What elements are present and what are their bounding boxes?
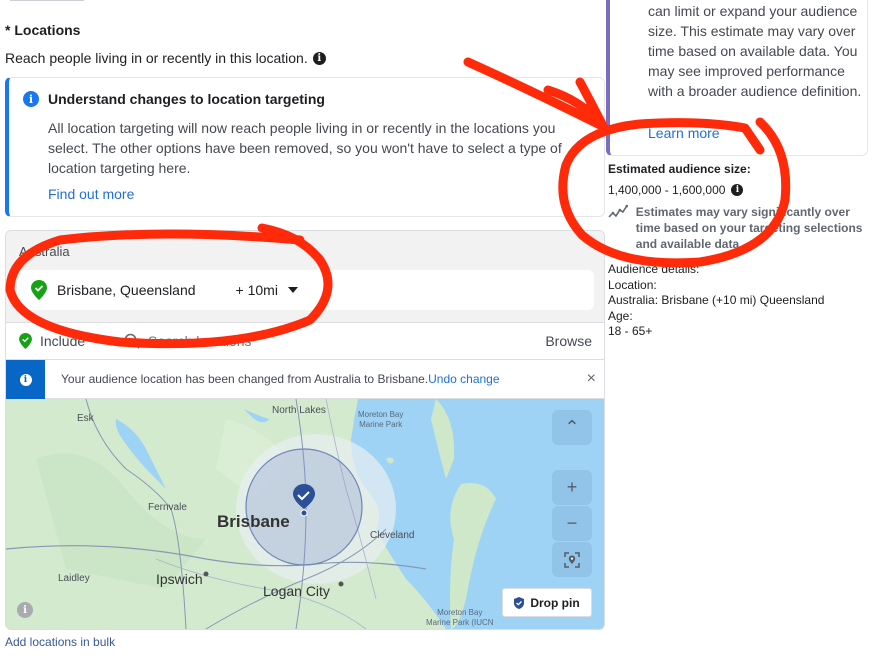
map-label-esk: Esk <box>77 413 94 424</box>
map-label-laidley: Laidley <box>58 573 90 584</box>
undo-change-link[interactable]: Undo change <box>428 372 499 386</box>
audience-definition-card: can limit or expand your audience size. … <box>606 0 868 156</box>
marine-label-line1: Moreton Bay <box>437 608 483 617</box>
age-value: 18 - 65+ <box>608 324 653 338</box>
info-icon[interactable]: i <box>312 51 326 65</box>
alert-icon-box: i <box>6 360 45 399</box>
recenter-button[interactable] <box>552 542 592 577</box>
locations-description-text: Reach people living in or recently in th… <box>5 50 308 66</box>
locations-description: Reach people living in or recently in th… <box>5 50 326 66</box>
locations-title: * Locations <box>5 22 81 38</box>
collapse-map-button[interactable]: ⌃ <box>552 410 592 445</box>
location-value: Australia: Brisbane (+10 mi) Queensland <box>608 293 825 307</box>
radius-dropdown-icon[interactable] <box>287 287 298 293</box>
map-label-moreton-bay-marine-park: Moreton Bay Marine Park <box>358 410 403 430</box>
location-changed-alert: i Your audience location has been change… <box>6 360 604 399</box>
age-label: Age: <box>608 308 633 323</box>
include-search-row: Include Browse <box>6 323 604 360</box>
browse-button[interactable]: Browse <box>545 333 592 349</box>
map-label-north-lakes: North Lakes <box>272 405 326 416</box>
marine-label-line2: Marine Park <box>359 420 403 429</box>
marine-label-line2: Marine Park (IUCN <box>426 618 494 627</box>
search-icon <box>124 333 140 349</box>
audience-details: Audience details: Location: Australia: B… <box>608 262 824 340</box>
map-label-moreton-bay-marine-park-iucn: Moreton Bay Marine Park (IUCN <box>426 608 494 628</box>
location-map[interactable]: Esk North Lakes Moreton Bay Marine Park … <box>6 399 604 629</box>
alert-message: Your audience location has been changed … <box>61 372 500 386</box>
include-label: Include <box>40 333 86 349</box>
learn-more-link[interactable]: Learn more <box>648 125 720 141</box>
divider <box>10 0 84 1</box>
estimated-audience-range: 1,400,000 - 1,600,000 i <box>608 183 744 197</box>
drop-pin-button[interactable]: Drop pin <box>502 588 592 617</box>
location-search-input[interactable] <box>148 333 448 349</box>
audience-range-value: 1,400,000 - 1,600,000 <box>608 183 726 197</box>
audience-details-heading: Audience details: <box>608 262 700 276</box>
location-name: Brisbane, Queensland <box>57 282 196 298</box>
location-pin-icon <box>31 280 47 300</box>
notice-header: i Understand changes to location targeti… <box>23 91 325 107</box>
drop-pin-label: Drop pin <box>530 595 580 610</box>
info-icon[interactable]: i <box>731 184 744 196</box>
audience-card-text: can limit or expand your audience size. … <box>648 3 862 99</box>
info-icon: i <box>23 91 39 107</box>
map-label-cleveland: Cleveland <box>370 530 415 541</box>
location-search <box>124 333 448 349</box>
location-targeting-notice: i Understand changes to location targeti… <box>5 77 605 217</box>
map-info-icon[interactable]: i <box>17 602 33 618</box>
add-locations-in-bulk-link[interactable]: Add locations in bulk <box>5 635 115 649</box>
zoom-in-button[interactable]: + <box>552 470 592 505</box>
selected-location-item[interactable]: Brisbane, Queensland + 10mi <box>17 270 594 310</box>
map-label-logan-city: Logan City <box>263 583 330 599</box>
notice-body: All location targeting will now reach pe… <box>48 120 562 176</box>
notice-title: Understand changes to location targeting <box>48 91 325 107</box>
map-label-fernvale: Fernvale <box>148 502 187 513</box>
map-label-brisbane: Brisbane <box>217 512 290 531</box>
include-dropdown[interactable]: Include <box>19 333 85 349</box>
country-label: Australia <box>19 244 70 259</box>
estimate-note: Estimates may vary significantly over ti… <box>608 204 868 252</box>
location-selector: Australia Brisbane, Queensland + 10mi In… <box>5 230 605 630</box>
close-icon[interactable]: × <box>587 370 596 388</box>
info-icon: i <box>19 373 32 386</box>
estimated-audience-title: Estimated audience size: <box>608 162 751 176</box>
include-pin-icon <box>19 333 32 349</box>
find-out-more-link[interactable]: Find out more <box>48 186 134 202</box>
marine-label-line1: Moreton Bay <box>358 410 404 419</box>
trend-icon <box>608 204 628 218</box>
shield-pin-icon <box>514 596 525 609</box>
locate-icon <box>564 551 580 568</box>
map-label-ipswich: Ipswich <box>156 571 203 587</box>
alert-text: Your audience location has been changed … <box>61 372 429 386</box>
radius-value[interactable]: + 10mi <box>236 282 278 298</box>
zoom-out-button[interactable]: − <box>552 506 592 541</box>
selected-locations: Australia Brisbane, Queensland + 10mi <box>6 231 604 323</box>
estimate-note-text: Estimates may vary significantly over ti… <box>635 205 863 251</box>
location-label: Location: <box>608 277 657 292</box>
